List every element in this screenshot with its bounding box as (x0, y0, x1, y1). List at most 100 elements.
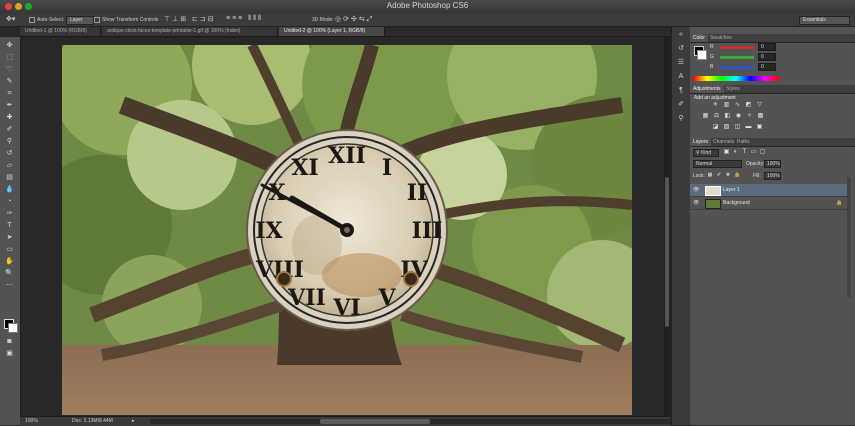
lock-all-icon[interactable]: 🔒 (734, 172, 740, 178)
layer-1-name[interactable]: Layer 1 (723, 184, 740, 196)
marquee-tool-icon[interactable]: ⬚ (5, 53, 14, 62)
photo-filter-icon[interactable]: ◉ (735, 113, 742, 120)
color-spectrum-bar[interactable] (693, 76, 779, 81)
move-tool-icon[interactable]: ✥ (5, 41, 14, 50)
eyedropper-tool-icon[interactable]: ✒ (5, 101, 14, 110)
layers-scrollbar[interactable] (847, 177, 851, 297)
show-transform-checkbox[interactable] (94, 17, 100, 23)
background-layer-name[interactable]: Background (723, 197, 750, 209)
clone-stamp-tool-icon[interactable]: ⚲ (5, 137, 14, 146)
visibility-eye-icon[interactable]: 👁 (693, 184, 699, 196)
document-canvas[interactable]: XII I II III IV V VI VII VIII IX X XI (62, 45, 632, 415)
color-lookup-icon[interactable]: ▩ (757, 113, 764, 120)
blend-mode-dropdown[interactable]: Normal (693, 160, 742, 168)
clone-source-panel-icon[interactable]: ⚲ (677, 115, 685, 123)
eraser-tool-icon[interactable]: ▱ (5, 161, 14, 170)
healing-brush-tool-icon[interactable]: ✚ (5, 113, 14, 122)
canvas-area: XII I II III IV V VI VII VIII IX X XI (21, 37, 670, 416)
horizontal-scroll-thumb[interactable] (320, 419, 430, 424)
visibility-eye-icon[interactable]: 👁 (693, 197, 699, 209)
fill-field[interactable]: 100% (764, 172, 781, 180)
levels-adjustment-icon[interactable]: ▥ (723, 102, 730, 109)
tab-color[interactable]: Color (690, 34, 708, 42)
tab-adjustments[interactable]: Adjustments (690, 85, 724, 93)
channel-b-value[interactable]: 0 (758, 63, 776, 71)
adjustments-panel-tabs: Adjustments Styles (690, 85, 855, 94)
channel-g-value[interactable]: 0 (758, 53, 776, 61)
horizontal-scrollbar[interactable] (150, 419, 670, 424)
dodge-tool-icon[interactable]: ◔ (5, 197, 14, 206)
3d-mode-icons[interactable]: ◎⟳✣⇆⤢ (335, 15, 374, 24)
blur-tool-icon[interactable]: 💧 (5, 185, 14, 194)
hue-saturation-icon[interactable]: ▦ (702, 113, 709, 120)
align-icons[interactable]: ⊤⊥⊞ ⊏⊐⊟ (164, 15, 216, 23)
auto-select-dropdown[interactable]: Layer (66, 16, 94, 25)
selective-color-icon[interactable]: ▣ (756, 124, 763, 131)
hand-tool-icon[interactable]: ✋ (5, 257, 14, 266)
character-panel-icon[interactable]: A (677, 73, 685, 81)
history-panel-icon[interactable]: ↺ (677, 45, 685, 53)
tab-untitled-2[interactable]: Untitled-2 @ 100% (Layer 1, RGB/8) (279, 27, 385, 36)
crop-tool-icon[interactable]: ⌗ (5, 89, 14, 98)
color-panel-background-swatch[interactable] (697, 50, 707, 60)
layer-row-layer-1[interactable]: 👁 Layer 1 (690, 184, 850, 197)
exposure-adjustment-icon[interactable]: ◩ (745, 102, 752, 109)
filter-pixel-icon[interactable]: ▣ (723, 149, 730, 156)
threshold-icon[interactable]: ◫ (734, 124, 741, 131)
layer-row-background[interactable]: 👁 Background 🔒 (690, 197, 850, 210)
opacity-field[interactable]: 100% (764, 160, 781, 168)
auto-select-checkbox[interactable] (29, 17, 35, 23)
brightness-adjustment-icon[interactable]: ☀ (712, 102, 719, 109)
type-tool-icon[interactable]: T (5, 221, 14, 230)
collapse-dock-icon[interactable]: « (677, 31, 685, 39)
path-select-tool-icon[interactable]: ➤ (5, 233, 14, 242)
invert-icon[interactable]: ◪ (712, 124, 719, 131)
posterize-icon[interactable]: ▨ (723, 124, 730, 131)
channel-b-slider[interactable] (720, 66, 754, 69)
quick-select-tool-icon[interactable]: ✎ (5, 77, 14, 86)
svg-text:IX: IX (255, 218, 283, 244)
lock-position-icon[interactable]: ✥ (725, 172, 731, 178)
zoom-tool-icon[interactable]: 🔍 (5, 269, 14, 278)
channel-r-value[interactable]: 0 (758, 43, 776, 51)
channel-g-slider[interactable] (720, 56, 754, 59)
filter-adjustment-icon[interactable]: ◐ (732, 149, 739, 156)
lock-image-icon[interactable]: ✐ (716, 172, 722, 178)
properties-panel-icon[interactable]: ☰ (677, 59, 685, 67)
more-tools-icon[interactable]: ⋯ (5, 281, 14, 290)
vertical-scrollbar[interactable] (664, 37, 670, 416)
workspace-switcher[interactable]: Essentials (799, 16, 850, 25)
vertical-scroll-thumb[interactable] (665, 177, 669, 327)
channel-r-slider[interactable] (720, 46, 754, 49)
history-brush-tool-icon[interactable]: ↺ (5, 149, 14, 158)
screen-mode-icon[interactable]: ▣ (5, 349, 14, 358)
tab-styles[interactable]: Styles (723, 85, 743, 93)
gradient-map-icon[interactable]: ▬ (745, 124, 752, 131)
filter-smart-object-icon[interactable]: ▢ (759, 149, 766, 156)
filter-type-icon[interactable]: T (741, 149, 748, 156)
paragraph-panel-icon[interactable]: ¶ (677, 87, 685, 95)
distribute-icons[interactable]: ≡≡≡ ⫴⫴⫴ (226, 15, 263, 23)
color-balance-icon[interactable]: ⚖ (713, 113, 720, 120)
vibrance-adjustment-icon[interactable]: ▽ (756, 102, 763, 109)
brush-tool-icon[interactable]: ✐ (5, 125, 14, 134)
brush-panel-icon[interactable]: ✐ (677, 101, 685, 109)
quick-mask-icon[interactable]: ◙ (5, 337, 14, 346)
tab-antique-clock[interactable]: antique-clock-faces-template-printable-1… (102, 27, 278, 36)
layer-filter-dropdown[interactable]: ⚲ Kind (693, 149, 719, 157)
pen-tool-icon[interactable]: ✑ (5, 209, 14, 218)
tab-untitled-1[interactable]: Untitled-1 @ 100% (RGB/8) (20, 27, 101, 36)
filter-shape-icon[interactable]: ▭ (750, 149, 757, 156)
lasso-tool-icon[interactable]: ➰ (5, 65, 14, 74)
move-tool-preset-icon[interactable]: ✥▾ (6, 15, 15, 23)
shape-tool-icon[interactable]: ▭ (5, 245, 14, 254)
channel-mixer-icon[interactable]: ✧ (746, 113, 753, 120)
tab-paths[interactable]: Paths (734, 138, 753, 146)
tab-layers[interactable]: Layers (690, 138, 712, 146)
curves-adjustment-icon[interactable]: ∿ (734, 102, 741, 109)
gradient-tool-icon[interactable]: ▤ (5, 173, 14, 182)
black-white-icon[interactable]: ◧ (724, 113, 731, 120)
tab-swatches[interactable]: Swatches (707, 34, 735, 42)
lock-transparency-icon[interactable]: ▦ (707, 172, 713, 178)
background-color-swatch[interactable] (8, 323, 18, 333)
